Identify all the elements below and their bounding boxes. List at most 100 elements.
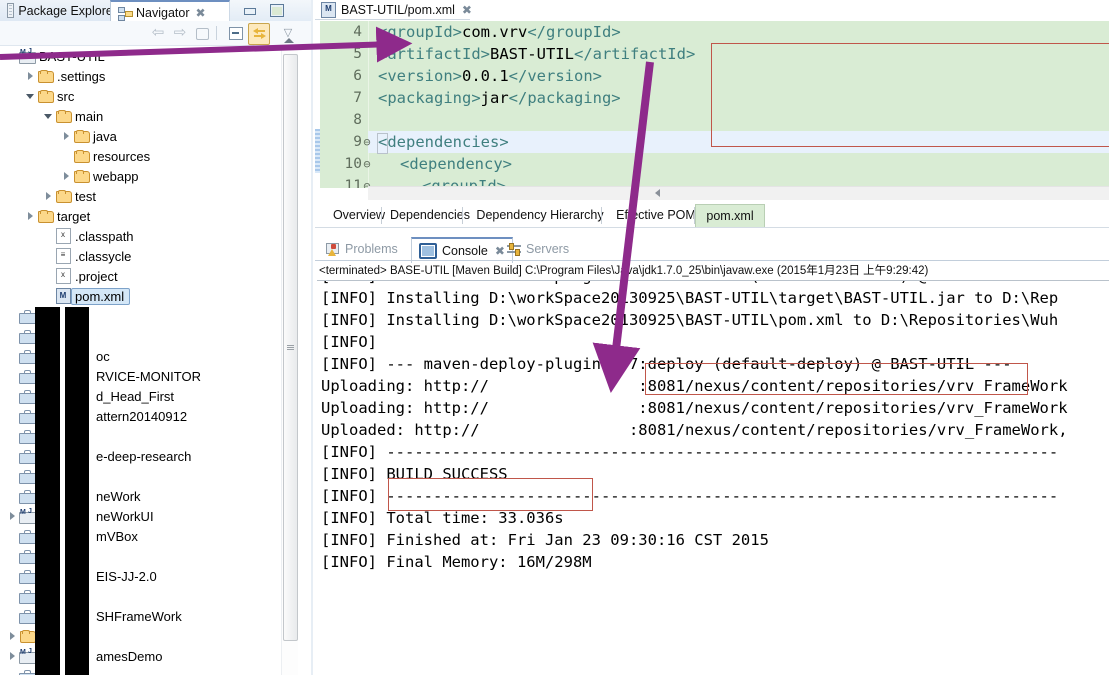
expand-arrow-icon[interactable] <box>42 186 54 206</box>
collapse-arrow-icon[interactable] <box>24 86 36 106</box>
tree-item-classycle[interactable]: ≡ .classycle <box>0 246 280 266</box>
twisty-placeholder <box>6 486 18 506</box>
expand-arrow-icon[interactable] <box>6 506 18 526</box>
tree-vertical-scrollbar[interactable] <box>281 38 298 675</box>
maven-java-project-icon: MJ <box>18 46 36 66</box>
collapse-arrow-icon[interactable] <box>42 106 54 126</box>
collapse-all-button[interactable] <box>226 23 246 43</box>
expand-arrow-icon[interactable] <box>60 166 72 186</box>
scrollbar-thumb[interactable] <box>283 54 298 641</box>
tree-item-resources[interactable]: resources <box>0 146 280 166</box>
eclipse-ide-window: Package Explorer Navigator ✖ ⇦ ⇨ ▽ M J B… <box>0 0 1109 675</box>
xml-open-tag: <artifactId> <box>378 45 490 63</box>
tree-item-classpath[interactable]: x .classpath <box>0 226 280 246</box>
editor-tabstrip: M BAST-UTIL/pom.xml ✖ <box>315 0 1109 20</box>
collapse-arrow-icon[interactable] <box>6 46 18 66</box>
tab-problems[interactable]: Problems <box>319 237 405 261</box>
close-icon[interactable]: ✖ <box>462 3 472 17</box>
tree-item-java[interactable]: java <box>0 126 280 146</box>
expand-arrow-icon[interactable] <box>60 126 72 146</box>
tree-item-label: RVICE-MONITOR <box>96 368 201 384</box>
closed-project-icon <box>18 466 36 486</box>
pom-tab-dependency-hierarchy[interactable]: Dependency Hierarchy <box>463 204 617 226</box>
tree-item-label: .settings <box>57 68 106 84</box>
left-panel-tabstrip: Package Explorer Navigator ✖ <box>0 0 313 24</box>
expand-arrow-icon[interactable] <box>24 66 36 86</box>
panel-divider[interactable] <box>311 0 313 675</box>
maximize-button[interactable] <box>268 3 284 18</box>
xml-open-tag: <packaging> <box>378 89 481 107</box>
link-with-editor-icon <box>252 28 266 39</box>
tree-item-pom-xml[interactable]: Mpom.xml <box>0 286 280 306</box>
twisty-placeholder <box>6 466 18 486</box>
toolbar-separator <box>216 26 217 40</box>
tree-item-bast-util[interactable]: M J BAST-UTIL <box>0 46 280 66</box>
twisty-placeholder <box>60 146 72 166</box>
tree-item-project[interactable]: x .project <box>0 266 280 286</box>
code-text: <dependencies> <box>378 131 509 153</box>
closed-project-icon <box>18 366 36 386</box>
tree-item-main[interactable]: main <box>0 106 280 126</box>
code-line[interactable]: 4 <groupId>com.vrv</groupId> <box>315 21 1109 43</box>
expand-arrow-icon[interactable] <box>6 626 18 646</box>
expand-arrow-icon[interactable] <box>24 206 36 226</box>
twisty-placeholder <box>6 606 18 626</box>
tab-servers[interactable]: Servers <box>500 237 576 261</box>
text-file-icon: ≡ <box>54 246 72 266</box>
tree-item-label: java <box>93 128 117 144</box>
closed-project-icon <box>18 586 36 606</box>
tree-item-test[interactable]: test <box>0 186 280 206</box>
pom-xml-source-editor[interactable]: 4 <groupId>com.vrv</groupId> 5 <artifactId>… <box>315 21 1109 188</box>
deploy-goal-highlight-box <box>645 363 1028 395</box>
tab-pom-xml-editor[interactable]: M BAST-UTIL/pom.xml ✖ <box>315 0 478 20</box>
code-line[interactable]: 10 ⊖ <dependency> <box>315 153 1109 175</box>
xml-close-tag: </version> <box>508 67 602 85</box>
twisty-placeholder <box>6 306 18 326</box>
xml-open-tag: <groupId> <box>378 23 462 41</box>
line-number: 10 <box>344 156 362 172</box>
tab-package-explorer[interactable]: Package Explorer <box>0 0 125 21</box>
fold-toggle-icon[interactable]: ⊖ <box>363 153 371 175</box>
forward-button[interactable]: ⇨ <box>170 23 190 43</box>
closed-project-icon <box>18 346 36 366</box>
tree-item-settings[interactable]: .settings <box>0 66 280 86</box>
twisty-placeholder <box>6 426 18 446</box>
tree-item-src[interactable]: src <box>0 86 280 106</box>
folder-icon <box>36 86 54 106</box>
console-process-status: <terminated> BASE-UTIL [Maven Build] C:\… <box>319 265 929 277</box>
back-button[interactable]: ⇦ <box>148 23 168 43</box>
close-icon[interactable]: ✖ <box>196 6 206 20</box>
console-line: [INFO] Installing D:\workSpace20130925\B… <box>321 311 1059 329</box>
fold-toggle-icon[interactable]: ⊖ <box>363 131 371 153</box>
code-text: <artifactId>BAST-UTIL</artifactId> <box>378 43 695 65</box>
redaction-bar <box>35 307 60 675</box>
minimize-button[interactable] <box>241 3 257 18</box>
line-number: 6 <box>353 68 362 84</box>
tree-item-webapp[interactable]: webapp <box>0 166 280 186</box>
pom-tab-pom-xml[interactable]: pom.xml <box>695 204 765 227</box>
scroll-left-arrow-icon[interactable] <box>655 189 660 197</box>
tree-item-label: .classpath <box>75 228 134 244</box>
open-folder-icon <box>18 626 36 646</box>
console-line: Uploaded: http:// :8081/nexus/content/re… <box>321 421 1068 439</box>
editor-horizontal-scrollbar[interactable] <box>368 186 1109 200</box>
home-button[interactable] <box>192 23 212 43</box>
forward-arrow-icon: ⇨ <box>173 24 187 41</box>
tree-item-target[interactable]: target <box>0 206 280 226</box>
package-explorer-icon <box>7 3 15 18</box>
xml-file-icon: x <box>54 266 72 286</box>
twisty-placeholder <box>6 546 18 566</box>
twisty-placeholder <box>6 566 18 586</box>
link-with-editor-button[interactable] <box>248 23 270 45</box>
closed-project-icon <box>18 546 36 566</box>
closed-project-icon <box>18 426 36 446</box>
closed-project-icon <box>18 326 36 346</box>
xml-value: jar <box>480 89 509 107</box>
line-number: 7 <box>353 90 362 106</box>
scroll-up-arrow-icon[interactable] <box>284 38 294 43</box>
xml-file-icon: x <box>54 226 72 246</box>
maven-pom-icon: M <box>54 286 72 306</box>
expand-arrow-icon[interactable] <box>6 646 18 666</box>
folder-icon <box>72 126 90 146</box>
tree-item-label: webapp <box>93 168 139 184</box>
